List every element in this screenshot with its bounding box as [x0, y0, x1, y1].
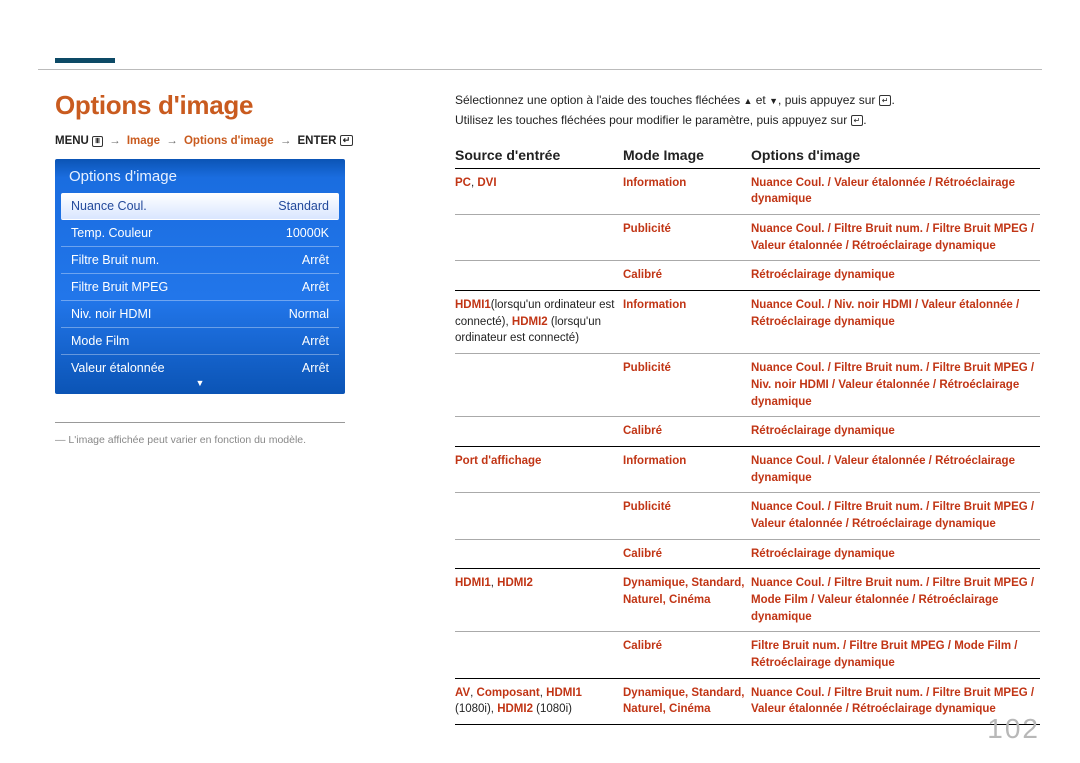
osd-item-label: Niv. noir HDMI	[71, 307, 151, 321]
cell-mode: Calibré	[623, 546, 751, 563]
osd-item-label: Temp. Couleur	[71, 226, 152, 240]
table-group: HDMI1(lorsqu'un ordinateur est connecté)…	[455, 291, 1040, 447]
cell-options: Nuance Coul. / Filtre Bruit num. / Filtr…	[751, 360, 1040, 410]
osd-item-label: Filtre Bruit MPEG	[71, 280, 168, 294]
cell-mode: Information	[623, 297, 751, 347]
chevron-down-icon: ▼	[55, 378, 345, 388]
enter-icon: ↵	[879, 95, 892, 106]
osd-item-value: Arrêt	[302, 280, 329, 294]
cell-options: Rétroéclairage dynamique	[751, 423, 1040, 440]
osd-item-value: 10000K	[286, 226, 329, 240]
cell-source: Port d'affichage	[455, 453, 623, 486]
cell-options: Filtre Bruit num. / Filtre Bruit MPEG / …	[751, 638, 1040, 671]
cell-mode: Calibré	[623, 638, 751, 671]
cell-mode: Publicité	[623, 221, 751, 254]
osd-rows: Nuance Coul. Standard Temp. Couleur 10000K F…	[55, 193, 345, 381]
cell-mode: Information	[623, 453, 751, 486]
col-mode: Mode Image	[623, 147, 751, 163]
cell-options: Rétroéclairage dynamique	[751, 546, 1040, 563]
table-group: PC, DVIInformationNuance Coul. / Valeur …	[455, 169, 1040, 291]
table-header-row: Source d'entrée Mode Image Options d'ima…	[455, 147, 1040, 169]
enter-icon	[340, 135, 354, 146]
cell-source	[455, 267, 623, 284]
arrow-icon: →	[277, 135, 295, 147]
cell-source	[455, 638, 623, 671]
cell-mode: Calibré	[623, 423, 751, 440]
osd-menu-item[interactable]: Filtre Bruit num. Arrêt	[61, 247, 339, 274]
arrow-icon: →	[106, 135, 124, 147]
table-row: HDMI1, HDMI2Dynamique, Standard, Naturel…	[455, 569, 1040, 632]
osd-item-value: Normal	[289, 307, 329, 321]
col-options: Options d'image	[751, 147, 1040, 163]
cell-mode: Calibré	[623, 267, 751, 284]
description: Sélectionnez une option à l'aide des tou…	[455, 90, 1040, 131]
page-number: 102	[987, 713, 1040, 745]
table-group: HDMI1, HDMI2Dynamique, Standard, Naturel…	[455, 569, 1040, 678]
arrow-icon: →	[163, 135, 181, 147]
osd-item-value: Arrêt	[302, 334, 329, 348]
cell-source: PC, DVI	[455, 175, 623, 208]
col-source: Source d'entrée	[455, 147, 623, 163]
menu-icon: Ⅲ	[92, 136, 103, 147]
table-row: CalibréRétroéclairage dynamique	[455, 540, 1040, 569]
table-row: CalibréRétroéclairage dynamique	[455, 261, 1040, 290]
cell-options: Rétroéclairage dynamique	[751, 267, 1040, 284]
osd-menu-item[interactable]: Niv. noir HDMI Normal	[61, 301, 339, 328]
breadcrumb-options: Options d'image	[184, 135, 274, 147]
cell-options: Nuance Coul. / Filtre Bruit num. / Filtr…	[751, 221, 1040, 254]
cell-options: Nuance Coul. / Filtre Bruit num. / Filtr…	[751, 499, 1040, 532]
osd-item-label: Valeur étalonnée	[71, 361, 165, 375]
enter-icon: ↵	[851, 115, 864, 126]
cell-source: HDMI1(lorsqu'un ordinateur est connecté)…	[455, 297, 623, 347]
osd-item-value: Arrêt	[302, 361, 329, 375]
osd-menu-item[interactable]: Nuance Coul. Standard	[61, 193, 339, 220]
cell-source	[455, 423, 623, 440]
table-group: Port d'affichageInformationNuance Coul. …	[455, 447, 1040, 569]
osd-menu-item[interactable]: Filtre Bruit MPEG Arrêt	[61, 274, 339, 301]
table-row: PublicitéNuance Coul. / Filtre Bruit num…	[455, 354, 1040, 417]
table-group: AV, Composant, HDMI1 (1080i), HDMI2 (108…	[455, 679, 1040, 725]
osd-item-value: Standard	[278, 199, 329, 213]
table-row: CalibréRétroéclairage dynamique	[455, 417, 1040, 446]
down-icon: ▼	[769, 96, 778, 106]
table-row: PublicitéNuance Coul. / Filtre Bruit num…	[455, 493, 1040, 539]
cell-source: HDMI1, HDMI2	[455, 575, 623, 625]
cell-mode: Publicité	[623, 499, 751, 532]
cell-mode: Dynamique, Standard, Naturel, Cinéma	[623, 685, 751, 718]
osd-item-label: Nuance Coul.	[71, 199, 147, 213]
cell-source: AV, Composant, HDMI1 (1080i), HDMI2 (108…	[455, 685, 623, 718]
footnote: ― L'image affichée peut varier en foncti…	[55, 422, 345, 446]
table-row: Port d'affichageInformationNuance Coul. …	[455, 447, 1040, 493]
osd-item-label: Filtre Bruit num.	[71, 253, 159, 267]
cell-source	[455, 360, 623, 410]
breadcrumb-enter: ENTER	[298, 135, 337, 147]
options-table: Source d'entrée Mode Image Options d'ima…	[455, 147, 1040, 725]
osd-item-value: Arrêt	[302, 253, 329, 267]
cell-source	[455, 546, 623, 563]
cell-options: Nuance Coul. / Niv. noir HDMI / Valeur é…	[751, 297, 1040, 347]
table-row: PC, DVIInformationNuance Coul. / Valeur …	[455, 169, 1040, 215]
osd-panel: Options d'image Nuance Coul. Standard Temp…	[55, 159, 345, 394]
accent-bar	[55, 58, 115, 63]
cell-options: Nuance Coul. / Filtre Bruit num. / Filtr…	[751, 575, 1040, 625]
breadcrumb-image: Image	[127, 135, 160, 147]
table-row: AV, Composant, HDMI1 (1080i), HDMI2 (108…	[455, 679, 1040, 724]
cell-source	[455, 221, 623, 254]
cell-options: Nuance Coul. / Valeur étalonnée / Rétroé…	[751, 175, 1040, 208]
osd-menu-item[interactable]: Mode Film Arrêt	[61, 328, 339, 355]
table-row: CalibréFiltre Bruit num. / Filtre Bruit …	[455, 632, 1040, 677]
cell-mode: Publicité	[623, 360, 751, 410]
cell-source	[455, 499, 623, 532]
osd-item-label: Mode Film	[71, 334, 129, 348]
breadcrumb-menu: MENU	[55, 135, 89, 147]
table-row: PublicitéNuance Coul. / Filtre Bruit num…	[455, 215, 1040, 261]
top-divider	[38, 69, 1042, 70]
cell-options: Nuance Coul. / Valeur étalonnée / Rétroé…	[751, 453, 1040, 486]
cell-mode: Dynamique, Standard, Naturel, Cinéma	[623, 575, 751, 625]
osd-panel-title: Options d'image	[55, 159, 345, 193]
osd-menu-item[interactable]: Temp. Couleur 10000K	[61, 220, 339, 247]
cell-mode: Information	[623, 175, 751, 208]
table-row: HDMI1(lorsqu'un ordinateur est connecté)…	[455, 291, 1040, 354]
